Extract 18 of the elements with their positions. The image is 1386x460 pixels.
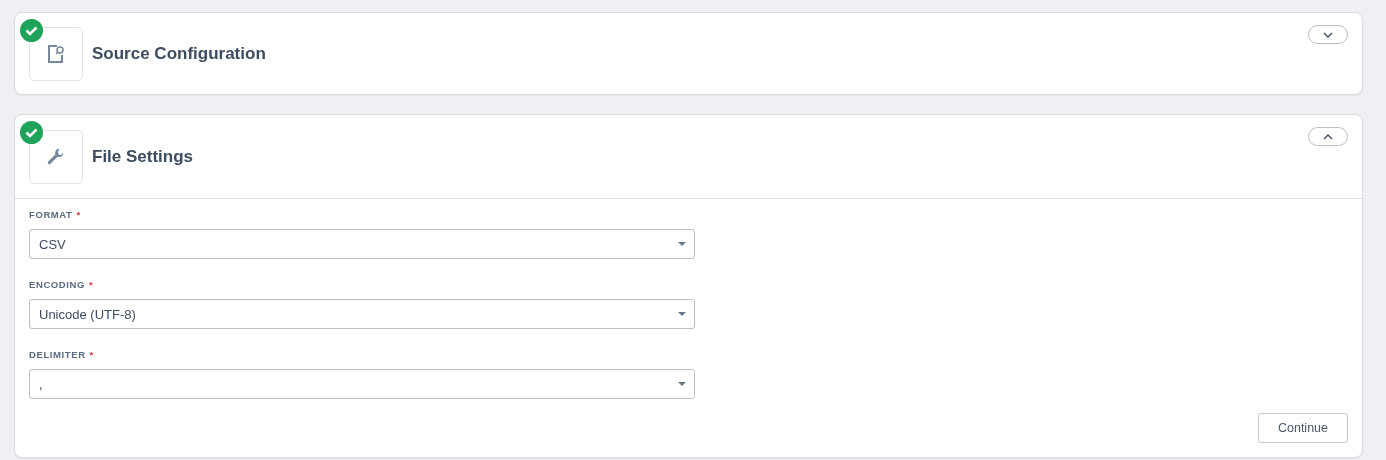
caret-down-icon <box>678 242 686 246</box>
document-search-icon <box>47 43 65 64</box>
caret-down-icon <box>678 382 686 386</box>
field-label: FORMAT * <box>29 209 82 220</box>
section-title: Source Configuration <box>92 43 267 64</box>
wrench-icon <box>46 146 66 167</box>
field-label: DELIMITER * <box>29 349 95 360</box>
continue-button[interactable]: Continue <box>1258 413 1348 443</box>
section-title: File Settings <box>92 146 195 167</box>
caret-down-icon <box>678 312 686 316</box>
chevron-down-icon <box>1323 31 1333 38</box>
field-label: ENCODING * <box>29 279 95 290</box>
collapse-toggle[interactable] <box>1308 127 1348 146</box>
select-field[interactable]: , <box>29 369 695 399</box>
collapse-toggle[interactable] <box>1308 25 1348 44</box>
select-field[interactable]: CSV <box>29 229 695 259</box>
chevron-up-icon <box>1323 133 1333 140</box>
select-field[interactable]: Unicode (UTF-8) <box>29 299 695 329</box>
